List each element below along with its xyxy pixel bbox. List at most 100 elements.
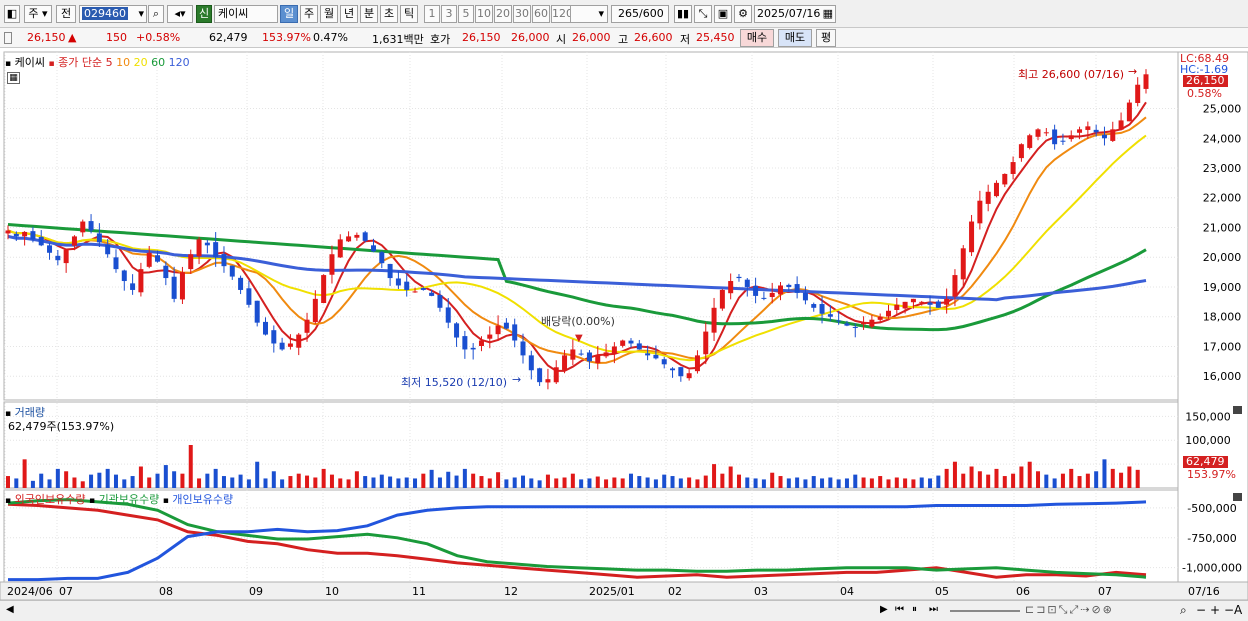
volume-bar — [1085, 473, 1090, 488]
volume-bar — [338, 478, 343, 488]
quote-checkbox[interactable] — [4, 32, 12, 44]
volume-bar — [72, 477, 77, 488]
holding-tick-1: -750,000 — [1187, 532, 1236, 545]
candle-body — [171, 276, 177, 299]
volume-bar — [878, 476, 883, 488]
candle-body — [395, 278, 401, 286]
minute-30-button[interactable]: 30 — [513, 5, 531, 23]
date-value: 2025/07/16 — [757, 7, 821, 20]
candle-body — [354, 234, 360, 238]
period-1-button[interactable]: 주 — [300, 5, 318, 23]
candle-body — [545, 379, 551, 383]
minute-60-button[interactable]: 60 — [532, 5, 550, 23]
font-size-icon[interactable]: −A — [1224, 603, 1242, 617]
avg-button[interactable]: 평 — [816, 29, 836, 47]
chart-tools-icon[interactable]: ⤡ — [694, 5, 712, 23]
volume-bar — [554, 478, 559, 488]
x-label-last: 07/16 — [1188, 585, 1220, 598]
zoom-in-icon[interactable]: + — [1210, 603, 1220, 617]
stock-code: 029460 — [82, 7, 128, 20]
volume-bar — [1036, 471, 1041, 488]
period-0-button[interactable]: 일 — [280, 5, 298, 23]
search-icon[interactable]: ⌕ — [148, 5, 164, 23]
volume-bar — [545, 474, 550, 488]
period-4-button[interactable]: 분 — [360, 5, 378, 23]
candle-body — [537, 368, 543, 383]
candle-body — [55, 255, 61, 261]
buy-button[interactable]: 매수 — [740, 29, 774, 47]
settings-icon[interactable]: ⚙ — [734, 5, 752, 23]
period-5-button[interactable]: 초 — [380, 5, 398, 23]
save-icon[interactable]: ▣ — [714, 5, 732, 23]
screen-menu-icon[interactable]: ◧ — [4, 5, 20, 23]
candle-body — [885, 310, 891, 317]
zoom-out-icon[interactable]: − — [1196, 603, 1206, 617]
volume-bar — [770, 472, 775, 488]
period-2-button[interactable]: 월 — [320, 5, 338, 23]
first-page-icon[interactable]: ⏮ — [895, 604, 904, 615]
zoom-icon[interactable]: ⌕ — [1180, 603, 1187, 618]
volume-bar — [97, 472, 102, 488]
chart-area[interactable]: 25,000 24,000 23,000 22,000 21,000 20,000 19,0… — [0, 50, 1248, 600]
candle-body — [445, 307, 451, 323]
price-tick-6: 19,000 — [1203, 281, 1242, 294]
volume-bar — [1060, 473, 1065, 488]
candle-body — [304, 319, 310, 333]
minute-3-button[interactable]: 3 — [441, 5, 457, 23]
up-arrow-icon: ▲ — [68, 31, 77, 44]
candle-body — [894, 304, 900, 310]
scroll-right-icon[interactable]: ▶ — [880, 604, 888, 615]
high-annotation: 최고 26,600 (07/16) — [1018, 68, 1125, 81]
count-dropdown[interactable]: ▾ — [570, 5, 608, 23]
candle-body — [620, 340, 626, 346]
prev-button[interactable]: 전 — [56, 5, 76, 23]
count-input[interactable]: 265/600 — [611, 5, 669, 23]
scroll-left-icon[interactable]: ◀ — [6, 604, 14, 615]
drawing-tools-icon[interactable]: ⊏⊐⊡⤡⤢⇢⊘⊛ — [1025, 603, 1114, 617]
volume-close-icon[interactable] — [1233, 406, 1242, 414]
stock-code-input[interactable]: 029460 ▾ — [79, 5, 147, 23]
stock-name-field[interactable]: 케이씨 — [214, 5, 278, 23]
candle-body — [263, 321, 269, 335]
volume-bar — [288, 476, 293, 488]
period-3-button[interactable]: 년 — [340, 5, 358, 23]
candle-body — [13, 233, 19, 237]
pause-icon[interactable]: ⏸ — [912, 604, 917, 615]
zoom-slider[interactable] — [950, 610, 1020, 612]
x-label-7: 2025/01 — [589, 585, 635, 598]
calendar-icon[interactable]: ▦ — [823, 6, 835, 22]
market-select[interactable]: 주 ▾ — [24, 5, 52, 23]
candle-body — [462, 336, 468, 350]
candle-body — [528, 355, 534, 371]
candle-body — [138, 269, 144, 293]
candle-body — [935, 301, 941, 308]
holding-close-icon[interactable] — [1233, 493, 1242, 501]
candle-body — [47, 245, 53, 253]
period-6-button[interactable]: 틱 — [400, 5, 418, 23]
sound-icon[interactable]: ◂▾ — [167, 5, 193, 23]
volume-bar — [6, 476, 10, 488]
minute-120-button[interactable]: 120 — [551, 5, 571, 23]
last-page-icon[interactable]: ⏭ — [929, 604, 938, 615]
candle-body — [312, 298, 318, 323]
date-field[interactable]: 2025/07/16 ▦ — [754, 5, 836, 23]
table-icon[interactable]: ▦ — [7, 72, 20, 84]
volume-bar — [579, 479, 584, 488]
scrollbar[interactable]: ◀ ▶ ⏮ ⏸ ⏭ ⊏⊐⊡⤡⤢⇢⊘⊛ ⌕ − + −A — [0, 600, 1248, 621]
volume-bar — [429, 469, 434, 488]
panel-border-1 — [3, 401, 1179, 489]
minute-5-button[interactable]: 5 — [458, 5, 474, 23]
candle-body — [1110, 129, 1116, 141]
candle-body — [1052, 129, 1058, 145]
candle-type-icon[interactable]: ▮▮ — [674, 5, 692, 23]
candle-body — [753, 285, 759, 296]
candle-body — [246, 288, 252, 305]
volume-bar — [39, 473, 44, 488]
minute-10-button[interactable]: 10 — [475, 5, 493, 23]
volume-bar — [803, 479, 808, 488]
sell-button[interactable]: 매도 — [778, 29, 812, 47]
minute-20-button[interactable]: 20 — [494, 5, 512, 23]
credit-badge: 신 — [196, 5, 212, 23]
x-label-2: 08 — [159, 585, 173, 598]
minute-1-button[interactable]: 1 — [424, 5, 440, 23]
